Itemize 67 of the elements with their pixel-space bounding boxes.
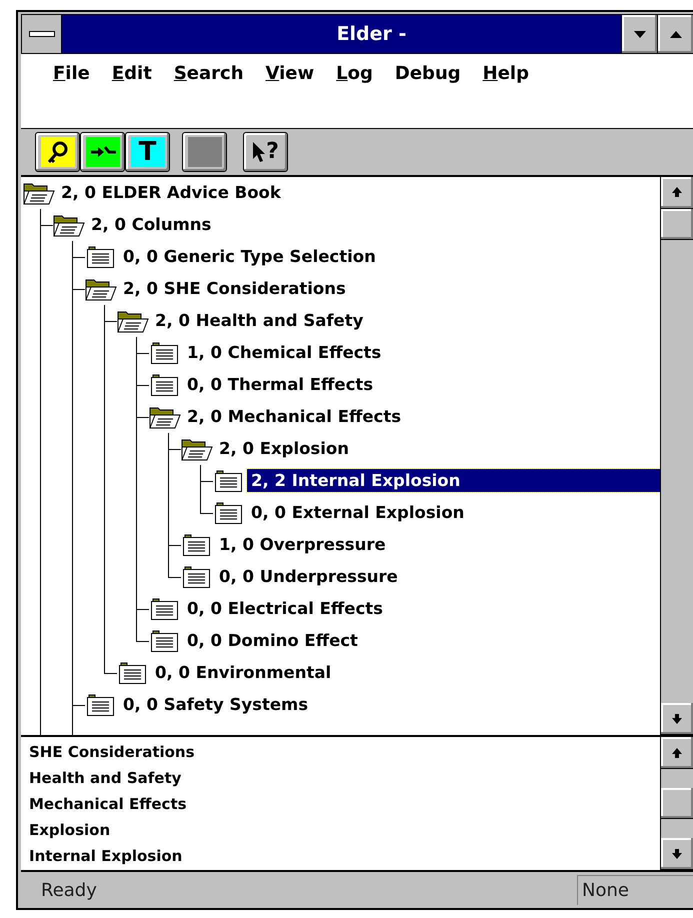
tree-item[interactable]: 2, 0 SHE Considerations	[119, 277, 350, 300]
tree-item[interactable]: 2, 0 Explosion	[215, 437, 353, 460]
document-icon	[149, 372, 181, 397]
tree-item[interactable]: 0, 0 Environmental	[151, 661, 336, 684]
minimize-button[interactable]	[621, 15, 657, 53]
document-icon	[149, 340, 181, 365]
tree-item[interactable]: 2, 0 ELDER Advice Book	[57, 181, 285, 204]
tree-item[interactable]: 2, 0 Mechanical Effects	[183, 405, 406, 428]
menu-item[interactable]: Help	[474, 56, 535, 90]
scroll-up-button[interactable]	[661, 176, 693, 209]
document-icon	[85, 244, 117, 269]
document-icon	[213, 468, 245, 493]
menu-item[interactable]: Search	[166, 56, 250, 90]
plug-button[interactable]	[80, 132, 125, 172]
menu-item[interactable]: Edit	[104, 56, 158, 90]
tree-item[interactable]: 0, 0 Generic Type Selection	[119, 245, 380, 268]
scrollbar[interactable]	[660, 737, 693, 870]
scroll-thumb[interactable]	[661, 788, 693, 820]
document-icon	[149, 628, 181, 653]
maximize-button[interactable]	[657, 15, 693, 53]
arrow-up-icon	[671, 746, 683, 759]
document-icon	[117, 660, 149, 685]
menu-item[interactable]: Log	[328, 56, 379, 90]
menu-item[interactable]: File	[45, 56, 96, 90]
arrow-down-icon	[671, 712, 683, 725]
window-title: Elder -	[336, 22, 408, 47]
key-button[interactable]	[35, 132, 80, 172]
scroll-up-button[interactable]	[661, 737, 693, 770]
path-entry: Health and Safety	[28, 768, 182, 790]
document-icon	[85, 692, 117, 717]
path-entry: Explosion	[28, 820, 112, 842]
dash-icon	[28, 31, 54, 37]
caret-up-icon	[670, 30, 682, 38]
document-icon	[149, 596, 181, 621]
document-icon	[181, 564, 213, 589]
status-message: Ready	[40, 880, 97, 901]
tree-item[interactable]: 0, 0 Underpressure	[215, 565, 402, 588]
status-mode: None	[577, 875, 693, 906]
menu-item[interactable]: View	[258, 56, 320, 90]
tree-item[interactable]: 0, 0 Safety Systems	[119, 693, 312, 716]
tree-item[interactable]: 2, 0 Columns	[87, 213, 216, 236]
scroll-thumb[interactable]	[661, 208, 693, 240]
path-entry: SHE Considerations	[28, 742, 196, 764]
tree-item[interactable]: 0, 0 Electrical Effects	[183, 597, 387, 620]
scrollbar[interactable]	[660, 176, 693, 736]
arrow-down-icon	[671, 848, 683, 860]
system-menu-button[interactable]	[22, 15, 62, 53]
tree-item[interactable]: 1, 0 Chemical Effects	[183, 341, 386, 364]
pointer-icon	[252, 140, 266, 163]
tree-item[interactable]: 2, 0 Health and Safety	[151, 309, 368, 332]
menu-item[interactable]: Debug	[386, 56, 467, 90]
tree-item[interactable]: 0, 0 External Explosion	[247, 501, 468, 524]
blank-button[interactable]	[182, 132, 227, 172]
tree-item[interactable]: 2, 2 Internal Explosion	[247, 469, 660, 492]
document-icon	[213, 500, 245, 525]
path-entry: Internal Explosion	[28, 846, 184, 868]
tree-item[interactable]: 0, 0 Domino Effect	[183, 629, 362, 652]
path-entry: Mechanical Effects	[28, 794, 188, 816]
scroll-down-button[interactable]	[661, 703, 693, 736]
caret-down-icon	[634, 30, 646, 38]
text-button[interactable]: T	[125, 132, 170, 172]
tree-item[interactable]: 1, 0 Overpressure	[215, 533, 390, 556]
arrow-up-icon	[671, 186, 683, 198]
document-icon	[181, 532, 213, 557]
tree-item[interactable]: 0, 0 Thermal Effects	[183, 373, 378, 396]
help-button[interactable]: ?	[243, 132, 288, 172]
scroll-down-button[interactable]	[661, 838, 693, 870]
